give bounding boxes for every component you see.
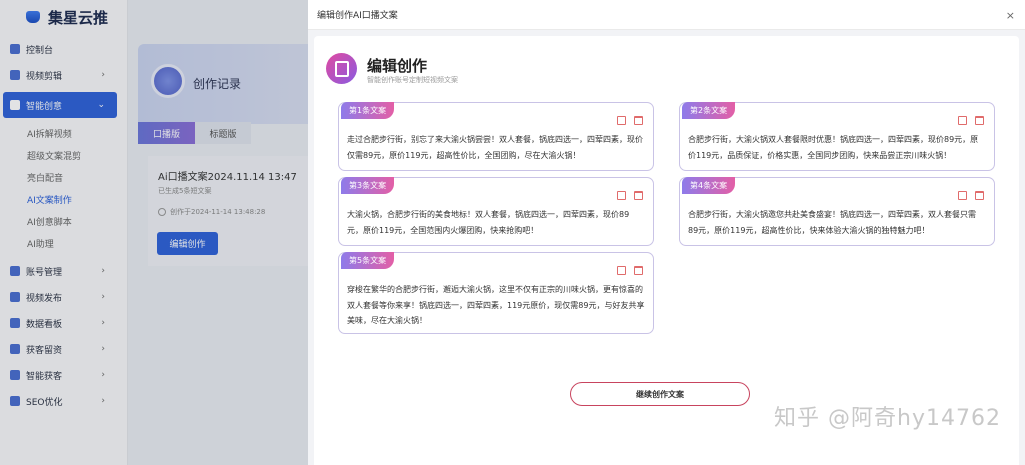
copy-label: 第4条文案: [682, 177, 736, 194]
trash-icon[interactable]: [634, 116, 643, 125]
edit-icon[interactable]: [617, 116, 626, 125]
edit-icon[interactable]: [958, 191, 967, 200]
copy-card-2: 第2条文案 合肥步行街，大渝火锅双人套餐限时优惠！锅底四选一，四荤四素，现价89…: [679, 102, 995, 171]
trash-icon[interactable]: [634, 191, 643, 200]
copy-card-3: 第3条文案 大渝火锅，合肥步行街的美食地标！双人套餐，锅底四选一，四荤四素，现价…: [338, 177, 654, 246]
panel-title: 编辑创作: [367, 57, 428, 75]
copy-text[interactable]: 合肥步行街，大渝火锅双人套餐限时优惠！锅底四选一，四荤四素，现价89元，原价11…: [688, 132, 986, 163]
copy-label: 第3条文案: [341, 177, 395, 194]
trash-icon[interactable]: [975, 116, 984, 125]
copy-label: 第1条文案: [341, 102, 395, 119]
copy-label: 第5条文案: [341, 252, 395, 269]
close-icon[interactable]: ×: [1006, 9, 1015, 22]
watermark: 知乎 @阿奇hy14762: [774, 406, 1001, 431]
edit-drawer: 编辑创作AI口播文案 × 编辑创作 智能创作账号定制短视频文案 第1条文案 走过…: [308, 0, 1025, 465]
modal-overlay[interactable]: [0, 0, 308, 465]
trash-icon[interactable]: [975, 191, 984, 200]
copy-card-4: 第4条文案 合肥步行街，大渝火锅邀您共赴美食盛宴！锅底四选一，四荤四素，双人套餐…: [679, 177, 995, 246]
edit-doc-icon: [326, 53, 357, 84]
copy-text[interactable]: 大渝火锅，合肥步行街的美食地标！双人套餐，锅底四选一，四荤四素，现价89元，原价…: [347, 207, 645, 238]
copy-text[interactable]: 穿梭在繁华的合肥步行街，邂逅大渝火锅，这里不仅有正宗的川味火锅，更有惊喜的双人套…: [347, 282, 645, 329]
panel-subtitle: 智能创作账号定制短视频文案: [367, 76, 458, 84]
continue-creating-button[interactable]: 继续创作文案: [570, 382, 750, 406]
copy-text[interactable]: 走过合肥步行街，别忘了来大渝火锅尝尝！双人套餐，锅底四选一，四荤四素，现价仅需8…: [347, 132, 645, 163]
copy-text[interactable]: 合肥步行街，大渝火锅邀您共赴美食盛宴！锅底四选一，四荤四素，双人套餐只需89元，…: [688, 207, 986, 238]
edit-icon[interactable]: [958, 116, 967, 125]
copy-card-1: 第1条文案 走过合肥步行街，别忘了来大渝火锅尝尝！双人套餐，锅底四选一，四荤四素…: [338, 102, 654, 171]
edit-icon[interactable]: [617, 191, 626, 200]
trash-icon[interactable]: [634, 266, 643, 275]
copy-card-5: 第5条文案 穿梭在繁华的合肥步行街，邂逅大渝火锅，这里不仅有正宗的川味火锅，更有…: [338, 252, 654, 334]
drawer-header: 编辑创作AI口播文案: [308, 0, 1025, 30]
edit-icon[interactable]: [617, 266, 626, 275]
copy-label: 第2条文案: [682, 102, 736, 119]
